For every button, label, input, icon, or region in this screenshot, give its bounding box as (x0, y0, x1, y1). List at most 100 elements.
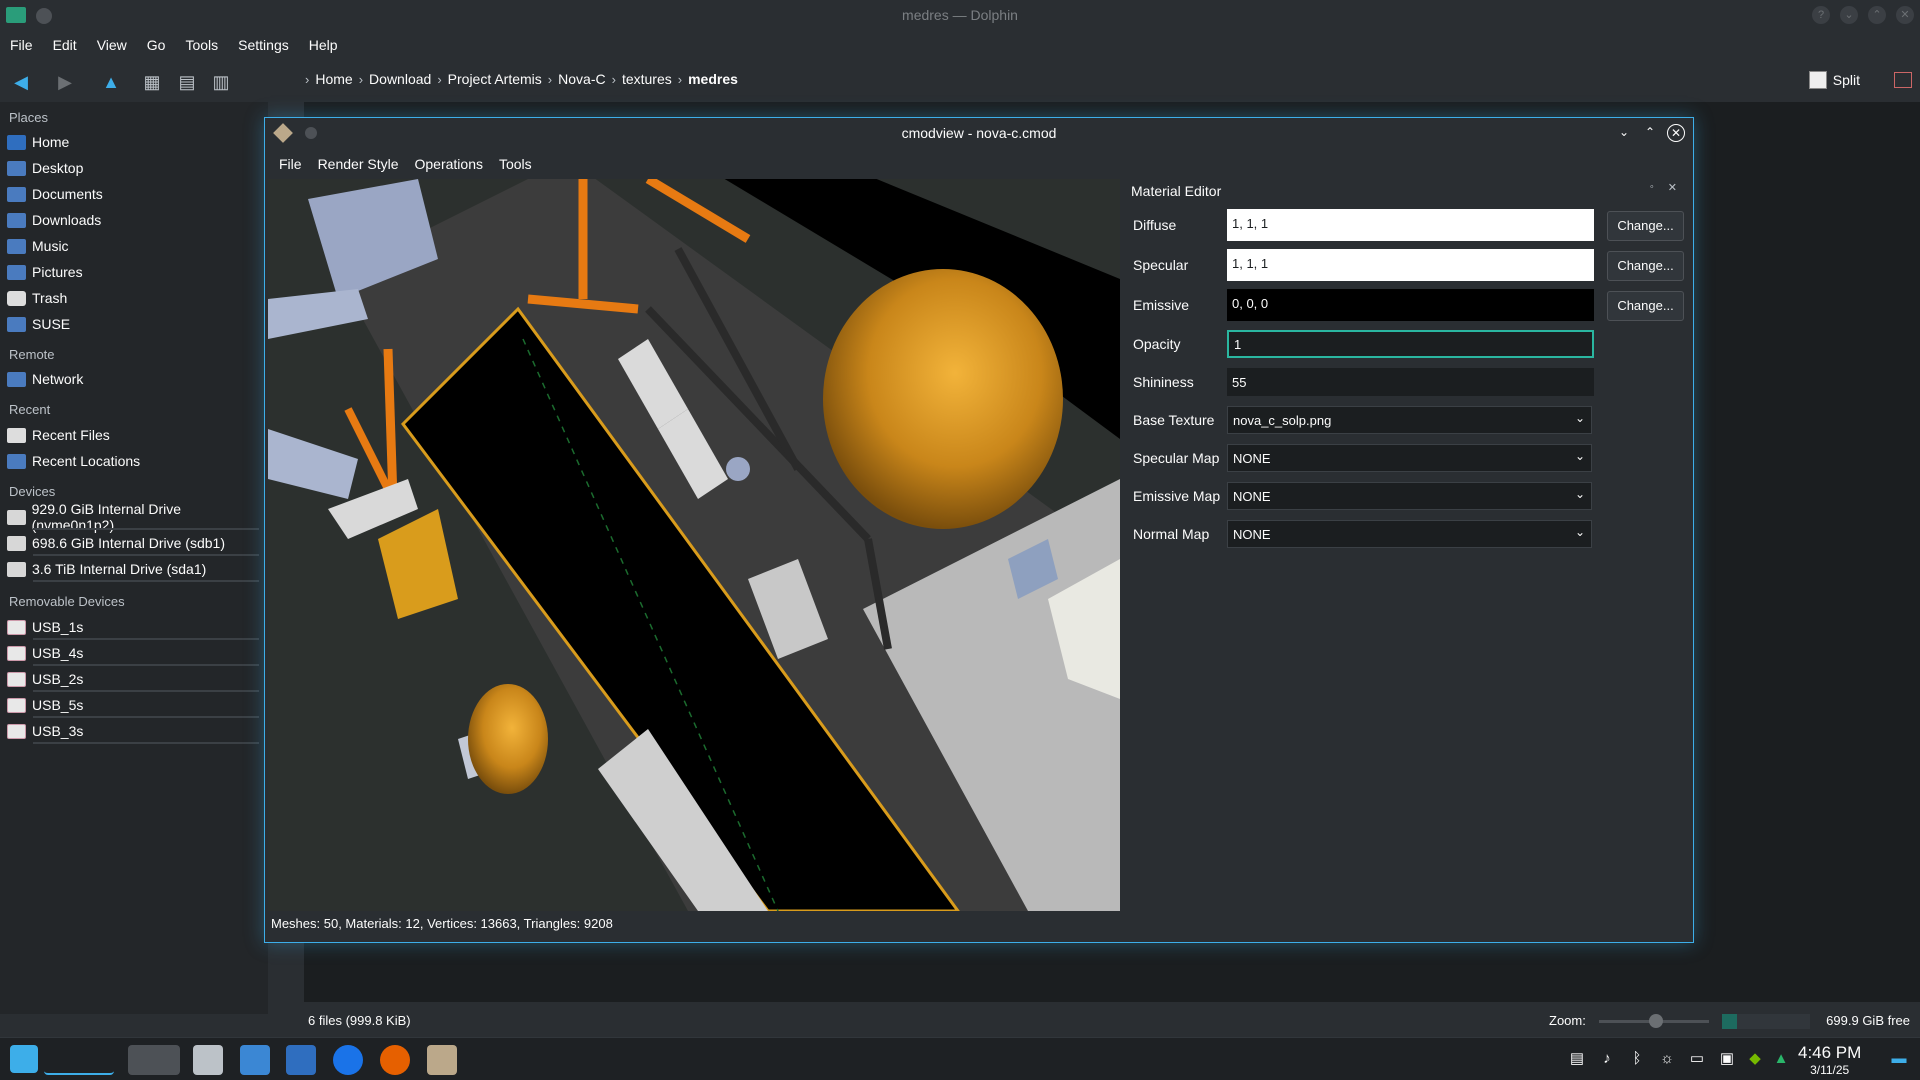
emissive-change-button[interactable]: Change... (1607, 291, 1684, 321)
place-recent-locations[interactable]: Recent Locations (7, 450, 263, 472)
usb-4s[interactable]: USB_4s (7, 642, 263, 666)
updates-icon[interactable]: ▣ (1718, 1050, 1736, 1068)
emissive-field[interactable]: 0, 0, 0 (1227, 289, 1594, 321)
normal-map-select[interactable]: NONE ⌄ (1227, 520, 1592, 548)
split-button[interactable]: Split (1808, 71, 1860, 89)
zoom-label: Zoom: (1549, 1013, 1586, 1028)
crumb-download[interactable]: Download (369, 71, 431, 87)
menu-settings[interactable]: Settings (228, 34, 299, 60)
device-sda1[interactable]: 3.6 TiB Internal Drive (sda1) (7, 558, 263, 582)
chrome-icon[interactable] (333, 1045, 363, 1075)
model-viewport[interactable] (268, 179, 1120, 911)
back-icon[interactable]: ◀ (10, 72, 32, 92)
normal-map-row: Normal Map NONE ⌄ (1133, 518, 1678, 550)
base-texture-select[interactable]: nova_c_solp.png ⌄ (1227, 406, 1592, 434)
volume-icon[interactable]: ♪ (1598, 1050, 1616, 1068)
bluetooth-icon[interactable]: ᛒ (1628, 1050, 1646, 1068)
clock[interactable]: 4:46 PM 3/11/25 (1798, 1043, 1861, 1077)
details-view-icon[interactable]: ▥ (210, 72, 232, 92)
app-launcher-icon[interactable] (10, 1045, 38, 1073)
up-icon[interactable]: ▲ (100, 72, 122, 92)
cmod-menu-tools[interactable]: Tools (491, 153, 540, 175)
compact-view-icon[interactable]: ▤ (176, 72, 198, 92)
specular-field[interactable]: 1, 1, 1 (1227, 249, 1594, 281)
usb-1s[interactable]: USB_1s (7, 616, 263, 640)
maximize-icon[interactable]: ⌃ (1641, 124, 1659, 142)
menu-go[interactable]: Go (137, 34, 176, 60)
trash-icon (7, 290, 26, 306)
firefox-icon[interactable] (380, 1045, 410, 1075)
usb-3s[interactable]: USB_3s (7, 720, 263, 744)
notes-icon[interactable]: ▭ (1688, 1050, 1706, 1068)
breadcrumb-chevron-icon: › (305, 71, 310, 87)
zoom-slider-handle[interactable] (1649, 1014, 1663, 1028)
software-center-icon[interactable] (240, 1045, 270, 1075)
forward-icon[interactable]: ▶ (54, 72, 76, 92)
shininess-field[interactable]: 55 (1227, 368, 1594, 396)
menu-view[interactable]: View (87, 34, 137, 60)
cmodview-taskbar-icon[interactable] (427, 1045, 457, 1075)
cmod-menu-file[interactable]: File (271, 153, 310, 175)
usb-5s[interactable]: USB_5s (7, 694, 263, 718)
cmod-menu-render-style[interactable]: Render Style (310, 153, 407, 175)
diffuse-change-button[interactable]: Change... (1607, 211, 1684, 241)
close-panel-icon[interactable]: ✕ (1668, 181, 1677, 194)
network-icon[interactable]: ▲ (1772, 1050, 1790, 1068)
specular-map-select[interactable]: NONE ⌄ (1227, 444, 1592, 472)
float-icon[interactable]: ◦ (1650, 181, 1654, 194)
place-documents[interactable]: Documents (7, 183, 263, 205)
minimize-icon[interactable]: ⌄ (1615, 124, 1633, 142)
base-texture-row: Base Texture nova_c_solp.png ⌄ (1133, 404, 1678, 436)
pager-icon[interactable] (44, 1045, 114, 1075)
crumb-textures[interactable]: textures (622, 71, 672, 87)
menu-tools[interactable]: Tools (175, 34, 228, 60)
window-thumbnails-icon[interactable] (128, 1045, 180, 1075)
place-home[interactable]: Home (7, 131, 263, 153)
menu-edit[interactable]: Edit (43, 34, 87, 60)
emissive-map-select[interactable]: NONE ⌄ (1227, 482, 1592, 510)
opacity-field[interactable]: 1 (1227, 330, 1594, 358)
music-folder-icon (7, 238, 26, 254)
show-desktop-icon[interactable]: ▬ (1890, 1050, 1908, 1068)
diffuse-field[interactable]: 1, 1, 1 (1227, 209, 1594, 241)
usb-icon (7, 671, 26, 687)
crumb-project-artemis[interactable]: Project Artemis (448, 71, 542, 87)
usb-icon (7, 645, 26, 661)
place-desktop[interactable]: Desktop (7, 157, 263, 179)
icons-view-icon[interactable]: ▦ (141, 72, 163, 92)
hamburger-menu-icon[interactable] (1894, 72, 1912, 88)
maximize-icon[interactable]: ⌃ (1868, 6, 1886, 24)
crumb-nova-c[interactable]: Nova-C (558, 71, 605, 87)
place-trash[interactable]: Trash (7, 287, 263, 309)
specular-change-button[interactable]: Change... (1607, 251, 1684, 281)
usb-2s[interactable]: USB_2s (7, 668, 263, 692)
place-label: Recent Files (32, 427, 110, 443)
place-music[interactable]: Music (7, 235, 263, 257)
place-recent-files[interactable]: Recent Files (7, 424, 263, 446)
device-sdb1[interactable]: 698.6 GiB Internal Drive (sdb1) (7, 532, 263, 556)
crumb-current[interactable]: medres (688, 71, 738, 87)
folder-icon (7, 316, 26, 332)
place-suse[interactable]: SUSE (7, 313, 263, 335)
menu-file[interactable]: File (0, 34, 43, 60)
clipboard-icon[interactable]: ▤ (1568, 1050, 1586, 1068)
place-downloads[interactable]: Downloads (7, 209, 263, 231)
brightness-icon[interactable]: ☼ (1658, 1050, 1676, 1068)
emissive-map-label: Emissive Map (1133, 488, 1221, 504)
help-icon[interactable]: ? (1812, 6, 1830, 24)
device-nvme[interactable]: 929.0 GiB Internal Drive (nvme0n1p2) (7, 501, 263, 533)
tools-icon[interactable] (193, 1045, 223, 1075)
place-pictures[interactable]: Pictures (7, 261, 263, 283)
minimize-icon[interactable]: ⌄ (1840, 6, 1858, 24)
cmodview-menubar: File Render Style Operations Tools (271, 153, 540, 175)
close-icon[interactable]: ✕ (1667, 124, 1685, 142)
model-render (268, 179, 1120, 911)
crumb-home[interactable]: Home (315, 71, 352, 87)
dolphin-taskbar-icon[interactable] (286, 1045, 316, 1075)
nvidia-icon[interactable]: ◆ (1746, 1050, 1764, 1068)
menu-help[interactable]: Help (299, 34, 348, 60)
cmod-menu-operations[interactable]: Operations (407, 153, 491, 175)
place-network[interactable]: Network (7, 368, 263, 390)
place-label: Music (32, 238, 69, 254)
close-icon[interactable]: ✕ (1896, 6, 1914, 24)
